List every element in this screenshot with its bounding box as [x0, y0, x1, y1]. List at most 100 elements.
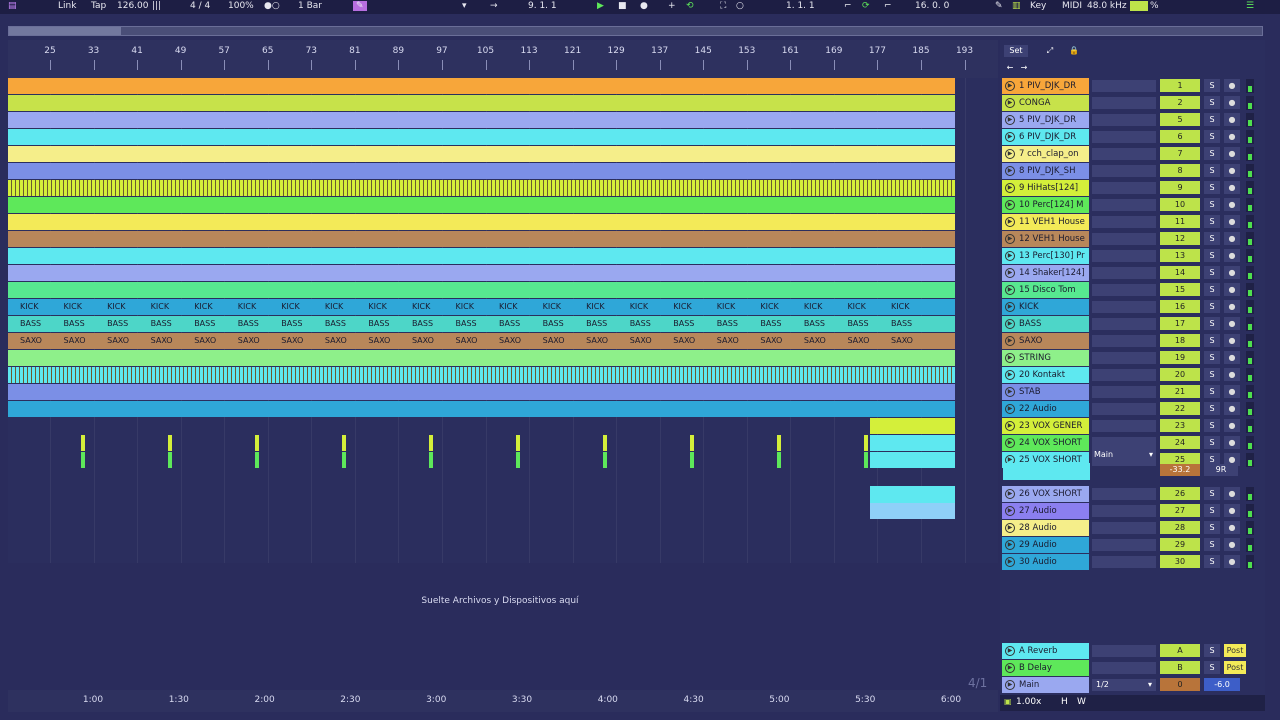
- solo-button[interactable]: S: [1204, 436, 1220, 449]
- solo-button[interactable]: S: [1204, 181, 1220, 194]
- track-header[interactable]: ▶ 15 Disco Tom 15 S ●: [1002, 282, 1262, 298]
- return-input-slot[interactable]: [1092, 662, 1156, 674]
- track-number[interactable]: 5: [1160, 113, 1200, 126]
- arrangement-position-field[interactable]: 9. 1. 1: [528, 1, 557, 11]
- track-name-bar[interactable]: ▶ 11 VEH1 House: [1002, 214, 1089, 230]
- solo-button[interactable]: S: [1204, 351, 1220, 364]
- track-activator-icon[interactable]: ▶: [1005, 217, 1015, 227]
- link-button[interactable]: Link: [58, 1, 76, 11]
- track-input-slot[interactable]: [1092, 505, 1156, 517]
- track-activator-icon[interactable]: ▶: [1005, 285, 1015, 295]
- track-activator-icon[interactable]: ▶: [1005, 421, 1015, 431]
- track-activator-icon[interactable]: ▶: [1005, 523, 1015, 533]
- track-lane[interactable]: [8, 384, 998, 400]
- track-header[interactable]: ▶ 14 Shaker[124] 14 S ●: [1002, 265, 1262, 281]
- track-input-slot[interactable]: [1092, 267, 1156, 279]
- track-header[interactable]: ▶ BASS 17 S ●: [1002, 316, 1262, 332]
- clip[interactable]: [870, 452, 955, 468]
- clip[interactable]: [81, 452, 85, 468]
- loop-start-field[interactable]: 1. 1. 1: [786, 1, 815, 11]
- track-input-slot[interactable]: [1092, 522, 1156, 534]
- return-activator-icon[interactable]: ▶: [1005, 646, 1015, 656]
- clip[interactable]: [81, 435, 85, 451]
- track-number[interactable]: 17: [1160, 317, 1200, 330]
- solo-button[interactable]: S: [1204, 198, 1220, 211]
- track-lane[interactable]: BASS BASS BASS BASS BASS BASS BASS BASS BASS BASS…: [8, 316, 998, 332]
- track-number[interactable]: 12: [1160, 232, 1200, 245]
- arm-icon[interactable]: ●: [1224, 181, 1240, 194]
- track-number[interactable]: 16: [1160, 300, 1200, 313]
- track-number[interactable]: 11: [1160, 215, 1200, 228]
- clip[interactable]: BASS BASS BASS BASS BASS BASS BASS BASS BASS BASS…: [8, 316, 955, 332]
- solo-button[interactable]: S: [1204, 215, 1220, 228]
- track-name-bar[interactable]: ▶ 22 Audio: [1002, 401, 1089, 417]
- track-input-slot[interactable]: [1092, 97, 1156, 109]
- clip[interactable]: [8, 350, 955, 366]
- arm-icon[interactable]: ●: [1224, 96, 1240, 109]
- track-input-slot[interactable]: [1092, 369, 1156, 381]
- solo-button[interactable]: S: [1204, 661, 1220, 674]
- track-number[interactable]: 13: [1160, 249, 1200, 262]
- tempo-field[interactable]: 126.00: [117, 1, 149, 11]
- track-input-slot[interactable]: [1092, 284, 1156, 296]
- clip[interactable]: [255, 435, 259, 451]
- track-header[interactable]: ▶ 13 Perc[130] Pr 13 S ●: [1002, 248, 1262, 264]
- post-button[interactable]: Post: [1224, 644, 1246, 657]
- keyboard-icon[interactable]: ▥: [1012, 1, 1021, 11]
- track-name-bar[interactable]: ▶ 20 Kontakt: [1002, 367, 1089, 383]
- clip[interactable]: [8, 129, 955, 145]
- track-header[interactable]: ▶ CONGA 2 S ●: [1002, 95, 1262, 111]
- track-input-slot[interactable]: [1092, 165, 1156, 177]
- clip[interactable]: [8, 95, 955, 111]
- arm-icon[interactable]: ●: [1224, 215, 1240, 228]
- solo-button[interactable]: S: [1204, 385, 1220, 398]
- clip[interactable]: [168, 435, 172, 451]
- clip[interactable]: [864, 435, 868, 451]
- track-lane[interactable]: [8, 350, 998, 366]
- clip[interactable]: [864, 452, 868, 468]
- arm-icon[interactable]: ●: [1224, 351, 1240, 364]
- midi-map-button[interactable]: MIDI: [1062, 1, 1082, 11]
- track-number[interactable]: 30: [1160, 555, 1200, 568]
- arm-icon[interactable]: ●: [1224, 79, 1240, 92]
- track-input-slot[interactable]: [1092, 148, 1156, 160]
- track-lane[interactable]: [8, 146, 998, 162]
- track-input-slot[interactable]: [1092, 437, 1156, 449]
- track-name-bar[interactable]: ▶ SAXO: [1002, 333, 1089, 349]
- track-number[interactable]: 1: [1160, 79, 1200, 92]
- solo-button[interactable]: S: [1204, 79, 1220, 92]
- play-button[interactable]: ▶: [597, 1, 604, 11]
- track-name-bar[interactable]: ▶ STAB: [1002, 384, 1089, 400]
- track-name-bar[interactable]: ▶ 14 Shaker[124]: [1002, 265, 1089, 281]
- track-header[interactable]: ▶ STRING 19 S ●: [1002, 350, 1262, 366]
- solo-button[interactable]: S: [1204, 555, 1220, 568]
- track-header[interactable]: ▶ 27 Audio 27 S ●: [1002, 503, 1262, 519]
- arm-icon[interactable]: ●: [1224, 113, 1240, 126]
- track-activator-icon[interactable]: ▶: [1005, 268, 1015, 278]
- overview-viewport[interactable]: [9, 27, 121, 35]
- session-record-icon[interactable]: ○: [736, 1, 744, 11]
- track-activator-icon[interactable]: ▶: [1005, 183, 1015, 193]
- track-lane[interactable]: [8, 180, 998, 196]
- track-lane[interactable]: [8, 265, 998, 281]
- track-activator-icon[interactable]: ▶: [1005, 132, 1015, 142]
- scroll-right-icon[interactable]: →: [1018, 62, 1030, 74]
- track-number[interactable]: 23: [1160, 419, 1200, 432]
- clip[interactable]: [429, 452, 433, 468]
- zoom-icon[interactable]: ▣: [1004, 697, 1012, 706]
- track-activator-icon[interactable]: ▶: [1005, 404, 1015, 414]
- track-input-slot[interactable]: [1092, 301, 1156, 313]
- track-name-bar[interactable]: ▶ 8 PIV_DJK_SH: [1002, 163, 1089, 179]
- track-name-bar[interactable]: ▶ 7 cch_clap_on: [1002, 146, 1089, 162]
- track-number[interactable]: 10: [1160, 198, 1200, 211]
- track-lane[interactable]: [8, 486, 998, 516]
- solo-button[interactable]: S: [1204, 164, 1220, 177]
- expand-icon[interactable]: ⤢: [1042, 45, 1058, 57]
- solo-button[interactable]: S: [1204, 283, 1220, 296]
- arm-icon[interactable]: ●: [1224, 521, 1240, 534]
- clip[interactable]: [516, 452, 520, 468]
- track-name-bar[interactable]: ▶ 29 Audio: [1002, 537, 1089, 553]
- solo-button[interactable]: S: [1204, 300, 1220, 313]
- set-button[interactable]: Set: [1004, 45, 1028, 57]
- return-track[interactable]: ▶ B Delay B S Post: [1002, 660, 1262, 676]
